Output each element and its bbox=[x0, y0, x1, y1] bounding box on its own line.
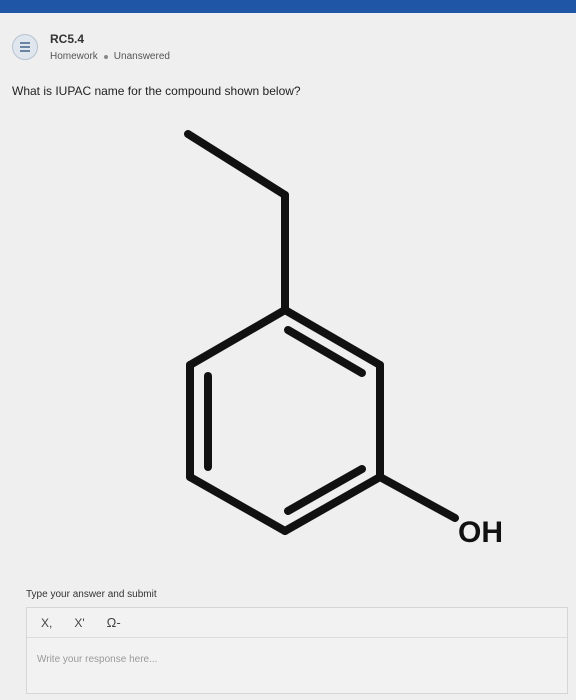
ethyl-bond-1 bbox=[184, 130, 289, 199]
molecule-structure: OH bbox=[184, 130, 503, 549]
response-input[interactable]: Write your response here... bbox=[37, 654, 537, 665]
ring-bond-6 bbox=[186, 306, 289, 369]
response-editor[interactable]: X, X' Ω- Write your response here... bbox=[26, 607, 568, 694]
question-header: RC5.4 Homework Unanswered bbox=[12, 28, 552, 70]
subscript-button[interactable]: X, bbox=[41, 616, 52, 630]
status-label: Unanswered bbox=[113, 51, 170, 62]
question-type-badge bbox=[12, 34, 38, 60]
question-meta: Homework Unanswered bbox=[50, 51, 170, 62]
ring-bond-4 bbox=[186, 473, 289, 535]
editor-toolbar: X, X' Ω- bbox=[27, 608, 567, 638]
separator-dot bbox=[103, 54, 108, 59]
oh-bond bbox=[376, 473, 459, 522]
superscript-button[interactable]: X' bbox=[74, 616, 84, 630]
question-title: RC5.4 bbox=[50, 32, 85, 46]
category-label: Homework bbox=[50, 51, 98, 62]
special-characters-button[interactable]: Ω- bbox=[107, 615, 121, 630]
list-icon bbox=[20, 42, 30, 52]
question-text: What is IUPAC name for the compound show… bbox=[12, 84, 301, 98]
oh-label: OH bbox=[458, 516, 503, 549]
answer-label: Type your answer and submit bbox=[26, 589, 157, 600]
top-bar bbox=[0, 0, 576, 13]
